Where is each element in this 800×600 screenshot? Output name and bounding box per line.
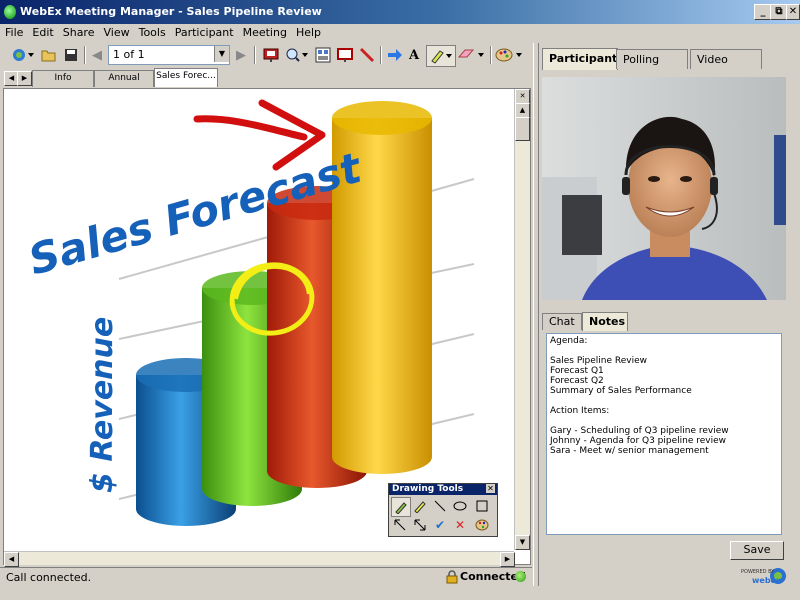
scroll-thumb[interactable] — [515, 117, 530, 141]
vertical-scrollbar[interactable]: ✕ ▲ ▼ — [514, 89, 530, 550]
scroll-down-icon[interactable]: ▼ — [515, 535, 530, 550]
connection-indicator-icon — [515, 571, 526, 582]
text-icon[interactable]: A — [406, 45, 422, 65]
page-indicator: 1 of 1 — [113, 48, 145, 61]
pointer-pen-icon[interactable] — [358, 45, 376, 65]
close-button[interactable]: ✕ — [786, 4, 800, 20]
slide-canvas: Sales Forecast $ Revenue — [23, 99, 475, 526]
zoom-icon[interactable] — [284, 45, 310, 65]
webex-brand-text: webex — [752, 576, 782, 585]
video-feed — [542, 77, 786, 300]
title-bar: WebEx Meeting Manager - Sales Pipeline R… — [0, 0, 800, 24]
page-selector[interactable]: 1 of 1 ▼ — [108, 45, 230, 65]
powered-by-webex-logo: POWERED BY webex — [740, 565, 790, 585]
tab-notes[interactable]: Notes — [582, 312, 628, 331]
right-panel-tabs: Participants Polling Video — [540, 48, 790, 70]
rectangle-icon[interactable] — [473, 497, 491, 515]
tab-annual-report[interactable]: Annual Report — [94, 70, 154, 98]
document-tabs: ◀ ▶ Info Annual Report Sales Forec... — [4, 68, 532, 98]
notes-textarea[interactable]: Agenda: Sales Pipeline Review Forecast Q… — [546, 333, 782, 535]
powered-by-text: POWERED BY — [741, 569, 775, 575]
drawing-tools-palette: Drawing Tools ✕ ✔ ✕ — [388, 483, 498, 537]
menu-help[interactable]: Help — [291, 24, 325, 39]
participant-video-image — [542, 77, 786, 300]
highlighter-icon[interactable] — [426, 45, 456, 67]
arrow-pointer-icon[interactable] — [386, 45, 404, 65]
checkmark-icon[interactable]: ✔ — [431, 516, 449, 534]
line-icon[interactable] — [431, 497, 449, 515]
close-icon[interactable]: ✕ — [486, 484, 495, 493]
toolbar-separator — [490, 46, 492, 64]
tab-polling[interactable]: Polling — [616, 49, 688, 69]
next-page-icon[interactable]: ▶ — [234, 45, 248, 65]
toolbar-separator — [254, 46, 256, 64]
notes-tabs: Chat Notes — [542, 312, 786, 331]
window-title: WebEx Meeting Manager - Sales Pipeline R… — [20, 5, 322, 18]
scroll-left-icon[interactable]: ◀ — [4, 552, 19, 567]
ellipse-icon[interactable] — [451, 497, 469, 515]
tab-info[interactable]: Info — [32, 70, 94, 87]
status-text: Call connected. — [6, 571, 92, 584]
close-doc-icon[interactable]: ✕ — [515, 89, 530, 104]
main-toolbar: ◀ 1 of 1 ▼ ▶ A — [0, 43, 532, 68]
palette-icon[interactable] — [473, 516, 491, 534]
tab-sales-forecast[interactable]: Sales Forec... — [154, 68, 218, 87]
double-arrow-icon[interactable] — [411, 516, 429, 534]
chevron-down-icon[interactable]: ▼ — [214, 46, 229, 62]
status-bar: Call connected. Connected — [0, 567, 532, 586]
drawing-tools-title: Drawing Tools — [392, 484, 464, 494]
lock-icon — [446, 570, 458, 587]
bar-cap — [332, 101, 432, 135]
menu-bar: File Edit Share View Tools Participant Meeting… — [0, 24, 800, 42]
tab-scroll-right-icon[interactable]: ▶ — [17, 71, 32, 86]
palette-icon[interactable] — [494, 45, 524, 65]
menu-view[interactable]: View — [98, 24, 133, 39]
tab-video[interactable]: Video — [690, 49, 762, 69]
thumbnails-icon[interactable] — [314, 45, 332, 65]
window-bottom-edge — [0, 586, 800, 600]
prev-page-icon[interactable]: ◀ — [90, 45, 104, 65]
panel-divider[interactable] — [533, 43, 539, 588]
menu-meeting[interactable]: Meeting — [238, 24, 291, 39]
arrow-icon[interactable] — [391, 516, 409, 534]
menu-file[interactable]: File — [0, 24, 27, 39]
menu-participant[interactable]: Participant — [170, 24, 238, 39]
scroll-right-icon[interactable]: ▶ — [500, 552, 515, 567]
toolbar-separator — [84, 46, 86, 64]
save-button[interactable]: Save — [730, 541, 784, 560]
menu-edit[interactable]: Edit — [27, 24, 57, 39]
participant-icon[interactable] — [8, 45, 38, 65]
whiteboard-icon[interactable] — [336, 45, 354, 65]
pencil-icon[interactable] — [391, 497, 411, 517]
menu-tools[interactable]: Tools — [134, 24, 170, 39]
x-mark-icon[interactable]: ✕ — [451, 516, 469, 534]
menu-share[interactable]: Share — [58, 24, 99, 39]
save-icon[interactable] — [62, 45, 80, 65]
webex-logo-icon — [4, 5, 16, 19]
presentation-icon[interactable] — [262, 45, 280, 65]
open-folder-icon[interactable] — [40, 45, 58, 65]
horizontal-scrollbar[interactable]: ◀ ▶ — [4, 551, 515, 567]
tab-participants[interactable]: Participants — [542, 48, 624, 70]
highlighter-icon[interactable] — [411, 497, 429, 515]
scroll-up-icon[interactable]: ▲ — [515, 103, 530, 118]
axis-label: $ Revenue — [85, 317, 120, 493]
eraser-icon[interactable] — [456, 45, 486, 65]
toolbar-separator — [380, 46, 382, 64]
tab-chat[interactable]: Chat — [542, 313, 582, 330]
